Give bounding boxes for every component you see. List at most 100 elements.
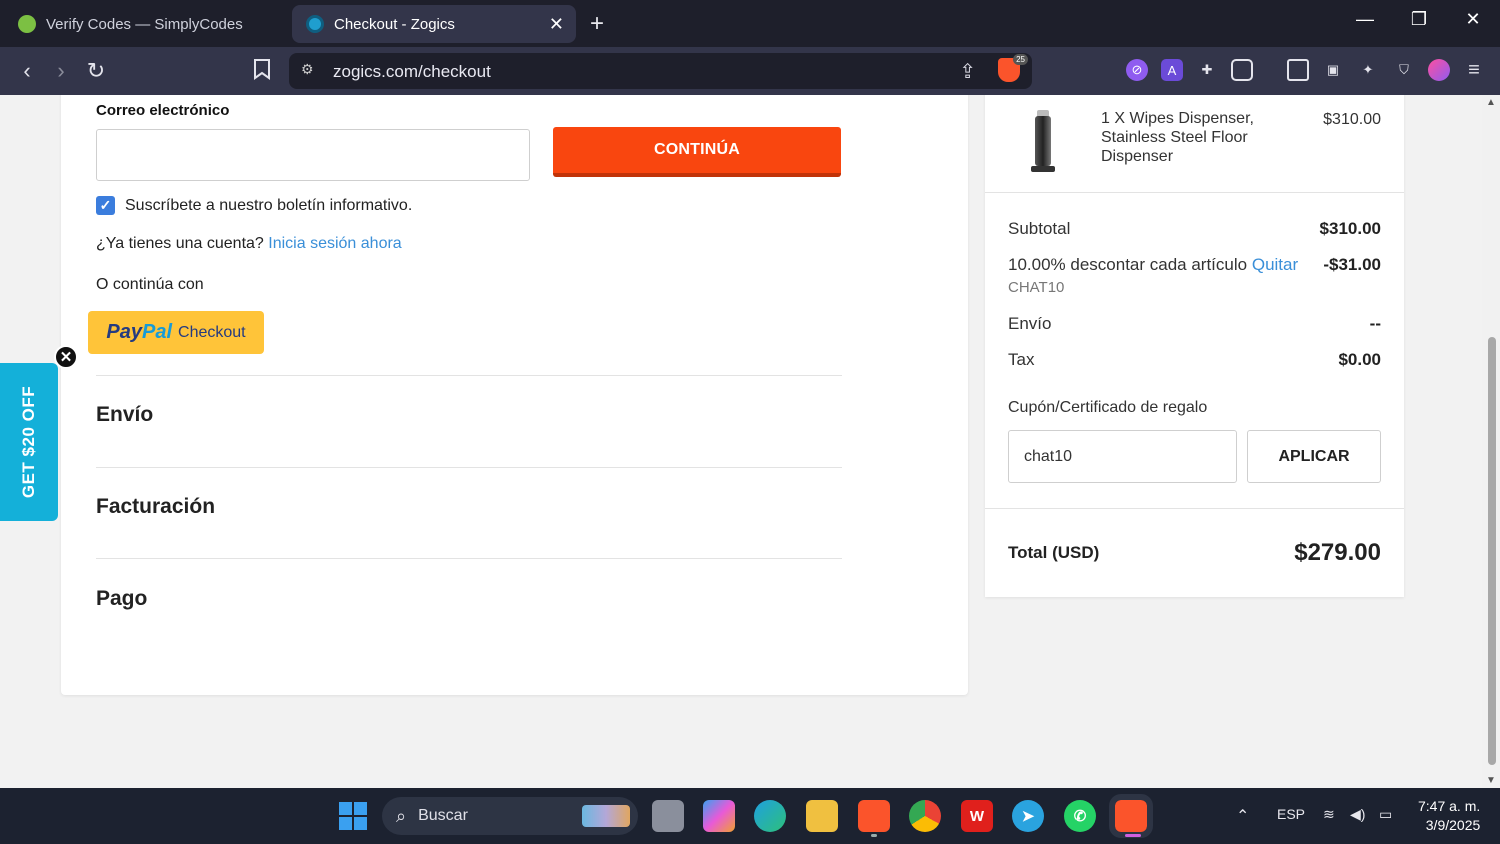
page-viewport: Correo electrónico CONTINÚA ✓ Suscríbete… [0,95,1482,788]
file-explorer-icon[interactable] [806,800,838,832]
coupon-label: Cupón/Certificado de regalo [1008,399,1208,416]
wifi-icon[interactable]: ≋ [1323,806,1335,823]
battery-icon[interactable]: ▭ [1379,806,1392,823]
tab-title: Verify Codes — SimplyCodes [46,15,243,33]
simplycodes-favicon-icon [18,15,36,33]
login-link[interactable]: Inicia sesión ahora [268,235,401,252]
paypal-logo-pal: Pal [141,321,173,343]
brave-beta-icon[interactable] [858,800,890,832]
discount-code: CHAT10 [1008,279,1065,296]
whatsapp-icon[interactable]: ✆ [1064,800,1096,832]
product-image [1029,110,1057,172]
brave-icon[interactable] [1109,794,1153,838]
wps-office-icon[interactable]: W [961,800,993,832]
wallet-icon[interactable]: ▣ [1322,59,1344,81]
screenshot-icon[interactable] [1231,59,1253,81]
telegram-icon[interactable]: ➤ [1012,800,1044,832]
clock-date: 3/9/2025 [1425,817,1481,833]
tax-value: $0.00 [1338,350,1381,369]
remove-discount-link[interactable]: Quitar [1252,255,1298,274]
language-indicator[interactable]: ESP [1277,806,1305,822]
zogics-favicon-icon [306,15,324,33]
sidebar-icon[interactable] [1287,59,1309,81]
reload-icon[interactable]: ↻ [83,58,109,84]
shields-count-badge: 25 [1013,54,1028,65]
extension-icon[interactable]: ⊘ [1126,59,1148,81]
forward-icon[interactable]: › [48,58,74,84]
restore-icon[interactable]: ❐ [1404,9,1434,30]
section-payment-title[interactable]: Pago [96,587,147,611]
menu-icon[interactable]: ≡ [1463,59,1485,81]
summary-divider [985,192,1404,193]
minimize-icon[interactable]: — [1350,9,1380,30]
shipping-label: Envío [1008,314,1052,333]
discount-row: 10.00% descontar cada artículo Quitar [1008,255,1298,275]
search-placeholder: Buscar [418,807,468,824]
share-icon[interactable]: ⇪ [959,59,976,84]
newsletter-checkbox[interactable]: ✓ [96,196,115,215]
taskbar-search[interactable]: ⌕ Buscar [382,797,638,835]
back-icon[interactable]: ‹ [14,58,40,84]
new-tab-icon[interactable]: + [590,10,604,38]
section-divider [96,467,842,468]
coupon-field[interactable]: chat10 [1008,430,1237,483]
scrollbar-thumb[interactable] [1488,337,1496,765]
show-hidden-icons-icon[interactable]: ⌃ [1236,806,1249,826]
email-field[interactable] [96,129,530,181]
brave-shields-icon[interactable]: 25 [998,54,1028,82]
browser-toolbar: ‹ › ↻ ⚙ zogics.com/checkout ⇪ 25 ⊘ A ✚ ▣… [0,47,1500,95]
address-bar[interactable]: ⚙ zogics.com/checkout ⇪ 25 [289,53,1032,89]
total-label: Total (USD) [1008,543,1100,562]
copilot-icon[interactable] [703,800,735,832]
edge-icon[interactable] [754,800,786,832]
paypal-checkout-button[interactable]: Pay Pal Checkout [88,311,264,354]
checkout-form-card: Correo electrónico CONTINÚA ✓ Suscríbete… [61,95,968,695]
tab-checkout-zogics[interactable]: Checkout - Zogics ✕ [292,5,576,43]
leo-ai-icon[interactable]: ✦ [1357,59,1379,81]
paypal-logo-pay: Pay [106,321,142,343]
page-scrollbar[interactable]: ▲ ▼ [1482,95,1500,788]
windows-start-icon[interactable] [339,802,367,830]
tax-label: Tax [1008,350,1035,369]
product-price: $310.00 [1323,111,1381,128]
email-label: Correo electrónico [96,102,230,119]
apply-coupon-button[interactable]: APLICAR [1247,430,1381,483]
subtotal-label: Subtotal [1008,219,1071,238]
vpn-shield-icon[interactable]: ⛉ [1393,59,1415,81]
search-icon: ⌕ [396,805,407,826]
promo-close-icon[interactable]: ✕ [54,345,78,369]
or-continue-label: O continúa con [96,276,204,293]
windows-taskbar: ⌕ Buscar W ➤ ✆ ⌃ ESP ≋ ◀) ▭ 7:47 a. m. 3… [0,788,1500,844]
shipping-value: -- [1369,314,1381,333]
tab-title: Checkout - Zogics [334,15,455,33]
close-tab-icon[interactable]: ✕ [549,14,564,35]
product-name: 1 X Wipes Dispenser, Stainless Steel Flo… [1101,110,1254,165]
scroll-down-icon[interactable]: ▼ [1486,775,1496,786]
bookmark-icon[interactable] [249,58,275,86]
promo-label: GET $20 OFF [19,385,38,499]
paypal-checkout-label: Checkout [178,323,246,341]
volume-icon[interactable]: ◀) [1350,806,1365,823]
system-clock[interactable]: 7:47 a. m. 3/9/2025 [1418,797,1480,835]
clock-time: 7:47 a. m. [1418,798,1481,814]
close-window-icon[interactable]: ✕ [1458,9,1488,30]
newsletter-option: ✓ Suscríbete a nuestro boletín informati… [96,196,412,215]
scroll-up-icon[interactable]: ▲ [1486,97,1496,108]
tab-simplycodes[interactable]: Verify Codes — SimplyCodes [4,5,286,43]
running-indicator [871,834,877,837]
subtotal-value: $310.00 [1319,219,1381,238]
section-billing-title[interactable]: Facturación [96,495,215,519]
section-shipping-title[interactable]: Envío [96,403,153,427]
rewards-icon[interactable] [1428,59,1450,81]
chrome-icon[interactable] [909,800,941,832]
promo-side-tab[interactable]: GET $20 OFF [0,363,58,521]
puzzle-extensions-icon[interactable]: ✚ [1196,59,1218,81]
translate-extension-icon[interactable]: A [1161,59,1183,81]
task-view-icon[interactable] [652,800,684,832]
active-app-indicator [1125,834,1141,837]
discount-label: 10.00% descontar cada artículo [1008,255,1248,274]
discount-value: -$31.00 [1323,255,1381,274]
continue-button[interactable]: CONTINÚA [553,127,841,177]
site-info-icon[interactable]: ⚙ [301,61,319,79]
url-text: zogics.com/checkout [333,62,491,81]
